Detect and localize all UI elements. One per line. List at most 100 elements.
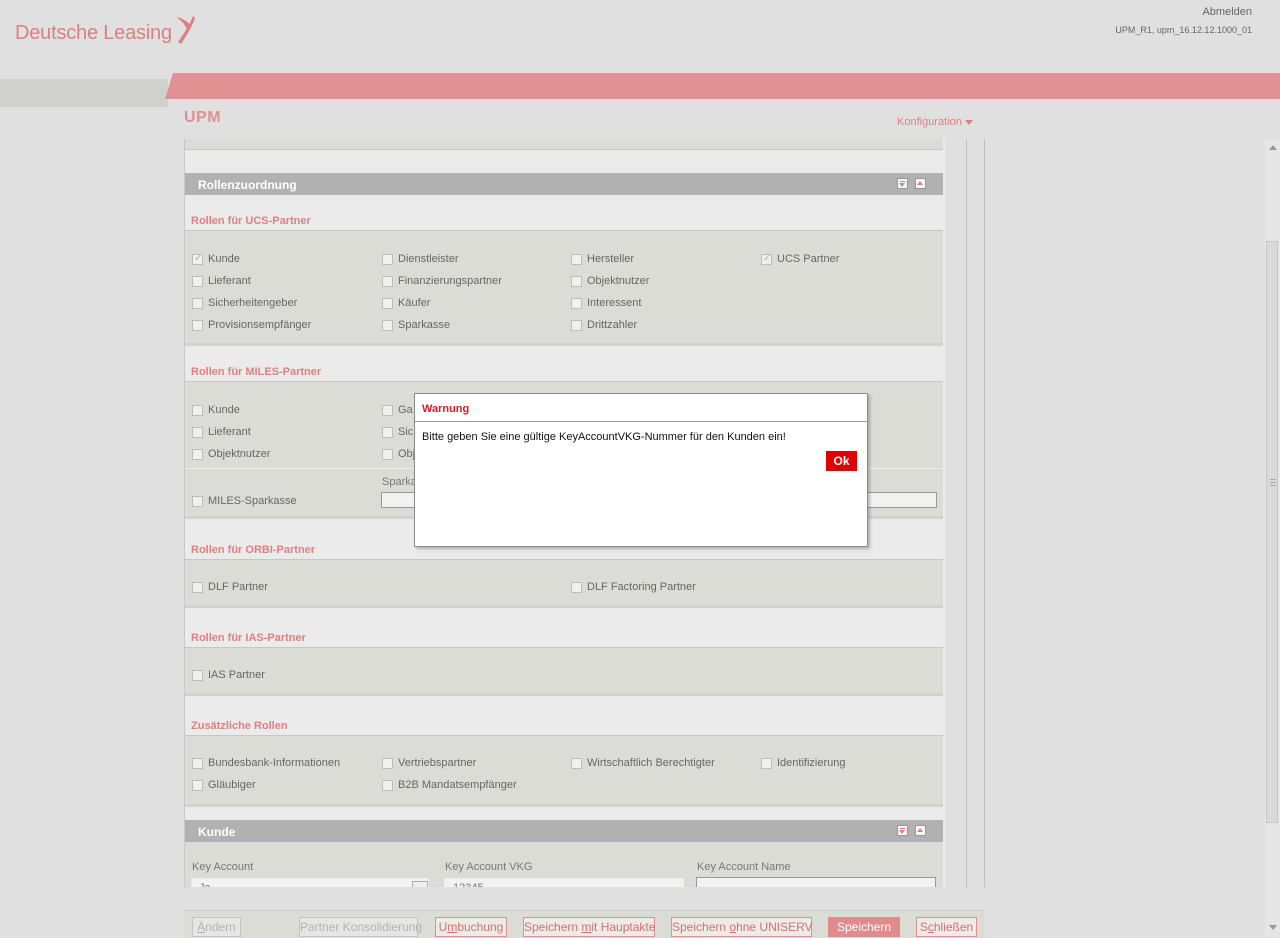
- key-account-value: Ja: [199, 882, 211, 887]
- checkbox-icon: [382, 427, 393, 438]
- page-scrollbar[interactable]: [1265, 139, 1280, 937]
- button-accelerator: m: [581, 920, 592, 934]
- group-title-ias: Rollen für IAS-Partner: [191, 632, 306, 644]
- checkbox-icon: [192, 670, 203, 681]
- scroll-down-icon[interactable]: [1269, 925, 1277, 930]
- checkbox-label: Sicherheitengeber: [208, 297, 298, 309]
- chevron-down-icon: [964, 119, 973, 125]
- group-title-orbi: Rollen für ORBI-Partner: [191, 544, 316, 556]
- checkbox-label: Vertriebspartner: [398, 757, 477, 769]
- checkbox-icon: [192, 758, 203, 769]
- checkbox-label: DLF Factoring Partner: [587, 581, 696, 593]
- checkbox-icon: [382, 780, 393, 791]
- checkbox-icon: [382, 449, 393, 460]
- group-ias: IAS Partner: [185, 647, 943, 696]
- version-label: UPM_R1, upm_16.12.12.1000_01: [1115, 25, 1252, 35]
- checkbox-icon: [192, 276, 203, 287]
- umbuchung-button[interactable]: Umbuchung: [435, 917, 507, 937]
- checkbox-label: Ga: [398, 404, 413, 416]
- config-menu[interactable]: Konfiguration: [897, 116, 973, 128]
- checkbox-label: Käufer: [398, 297, 431, 309]
- group-ucs: Kunde Dienstleister Hersteller UCS Partn…: [185, 230, 943, 346]
- group-title-miles: Rollen für MILES-Partner: [191, 366, 322, 378]
- content-frame-line: [984, 139, 985, 887]
- chevron-up-icon[interactable]: [915, 825, 926, 836]
- speichern-ohne-uniserv-button[interactable]: Speichern ohne UNISERV: [671, 917, 813, 937]
- collapse-icon[interactable]: [897, 825, 908, 836]
- speichern-mit-hauptakte-button[interactable]: Speichern mit Hauptakte: [523, 917, 655, 937]
- section-header-rollenzuordnung: Rollenzuordnung: [185, 173, 943, 195]
- button-label: buchung: [457, 920, 504, 934]
- key-account-vkg-label: Key Account VKG: [445, 861, 533, 873]
- app-title: UPM: [184, 109, 222, 126]
- checkbox-checked-icon: [192, 253, 203, 265]
- checkbox-label: Objektnutzer: [208, 448, 271, 460]
- key-account-name-input[interactable]: [696, 877, 936, 887]
- button-label: U: [438, 920, 448, 934]
- speichern-button[interactable]: Speichern: [828, 917, 900, 937]
- header-stripe-left: [0, 79, 168, 107]
- collapse-icon[interactable]: [897, 178, 908, 189]
- logout-link[interactable]: Abmelden: [1202, 6, 1252, 18]
- checkbox-label: MILES-Sparkasse: [208, 495, 297, 507]
- group-kunde: Key Account Ja Key Account VKG 12345 Key…: [185, 842, 943, 887]
- checkbox-icon: [192, 496, 203, 507]
- schliessen-button[interactable]: Schließen: [916, 917, 977, 937]
- checkbox-label: Kunde: [208, 253, 240, 265]
- scroll-up-icon[interactable]: [1269, 145, 1277, 150]
- group-title-ucs: Rollen für UCS-Partner: [191, 215, 311, 227]
- dialog-divider: [415, 421, 867, 422]
- checkbox-icon: [192, 582, 203, 593]
- checkbox-label: Wirtschaftlich Berechtigter: [587, 757, 715, 769]
- checkbox-icon: [382, 405, 393, 416]
- checkbox-icon: [761, 758, 772, 769]
- checkbox-label: Identifizierung: [777, 757, 846, 769]
- chevron-up-icon[interactable]: [915, 178, 926, 189]
- sparkasse-field-label: Sparka: [382, 476, 417, 488]
- brand-logo-icon: [176, 16, 195, 44]
- warning-dialog: Warnung Bitte geben Sie eine gültige Key…: [414, 393, 868, 547]
- grip-line: [1270, 479, 1276, 480]
- key-account-label: Key Account: [192, 861, 254, 873]
- section-header-kunde: Kunde: [185, 820, 943, 842]
- checkbox-label: Bundesbank-Informationen: [208, 757, 341, 769]
- brand-logo-text: Deutsche Leasing: [15, 22, 172, 44]
- button-label: Speichern: [524, 920, 582, 934]
- checkbox-label: Sparkasse: [398, 319, 450, 331]
- checkbox-label: Lieferant: [208, 275, 251, 287]
- checkbox-label: Dienstleister: [398, 253, 459, 265]
- partner-konsolidierung-button[interactable]: Partner Konsolidierung: [299, 917, 422, 937]
- section-title: Rollenzuordnung: [198, 178, 297, 192]
- scrollbar-thumb[interactable]: [1266, 241, 1278, 823]
- checkbox-label: Provisionsempfänger: [208, 319, 312, 331]
- key-account-name-label: Key Account Name: [697, 861, 791, 873]
- button-label: it Hauptakte: [591, 920, 656, 934]
- grip-line: [1270, 482, 1276, 483]
- dialog-message: Bitte geben Sie eine gültige KeyAccountV…: [422, 431, 786, 443]
- checkbox-icon: [192, 780, 203, 791]
- panel-top-bar: [185, 139, 943, 150]
- key-account-vkg-value: 12345: [453, 882, 484, 887]
- aendern-button[interactable]: Ändern: [192, 917, 241, 937]
- checkbox-icon: [571, 254, 582, 265]
- button-label: S: [919, 920, 928, 934]
- button-label: Speichern: [672, 920, 730, 934]
- checkbox-icon: [571, 320, 582, 331]
- checkbox-label: Lieferant: [208, 426, 251, 438]
- dialog-title: Warnung: [422, 403, 470, 415]
- key-account-select[interactable]: [191, 878, 429, 887]
- checkbox-icon: [571, 276, 582, 287]
- dropdown-arrow-icon[interactable]: [412, 881, 428, 887]
- checkbox-icon: [192, 427, 203, 438]
- checkbox-label: Sic: [398, 426, 414, 438]
- checkbox-checked-icon: [761, 253, 772, 265]
- checkbox-label: Objektnutzer: [587, 275, 650, 287]
- ok-button[interactable]: Ok: [826, 451, 857, 471]
- checkbox-label: DLF Partner: [208, 581, 268, 593]
- group-orbi: DLF Partner DLF Factoring Partner: [185, 559, 943, 608]
- checkbox-icon: [192, 449, 203, 460]
- group-title-zusaetzliche-rollen: Zusätzliche Rollen: [191, 720, 288, 732]
- button-accelerator: m: [447, 920, 458, 934]
- checkbox-label: IAS Partner: [208, 669, 265, 681]
- content-frame-line: [966, 139, 967, 887]
